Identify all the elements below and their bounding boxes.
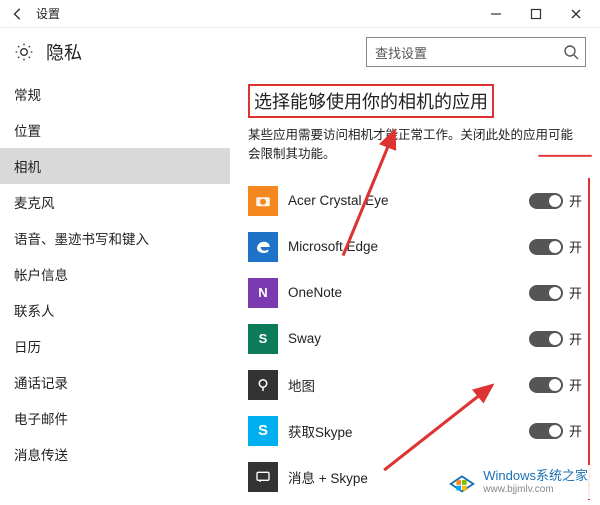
gear-icon	[14, 42, 34, 62]
sidebar-item-callhistory[interactable]: 通话记录	[0, 364, 230, 400]
sidebar-item-camera[interactable]: 相机	[0, 148, 230, 184]
watermark: Windows系统之家 www.bjjmlv.com	[443, 465, 592, 499]
app-row: 地图 开	[248, 362, 582, 408]
toggle-switch-icon	[529, 377, 563, 393]
page-header: 隐私 查找设置	[0, 28, 600, 76]
onenote-app-icon: N	[248, 278, 278, 308]
toggle-state: 开	[569, 283, 582, 302]
app-row: S 获取Skype 开	[248, 408, 582, 454]
window-title: 设置	[36, 5, 60, 22]
sidebar-item-contacts[interactable]: 联系人	[0, 292, 230, 328]
windows-logo-icon	[447, 467, 477, 497]
sidebar-item-email[interactable]: 电子邮件	[0, 400, 230, 436]
search-input[interactable]: 查找设置	[366, 37, 586, 67]
back-button[interactable]	[4, 0, 32, 28]
app-row: Acer Crystal Eye 开	[248, 178, 582, 224]
toggle-switch-icon	[529, 331, 563, 347]
watermark-url: www.bjjmlv.com	[483, 484, 588, 495]
toggle-state: 开	[569, 191, 582, 210]
content-pane: 选择能够使用你的相机的应用 某些应用需要访问相机才能正常工作。关闭此处的应用可能…	[230, 76, 600, 505]
sidebar-item-messaging[interactable]: 消息传送	[0, 436, 230, 472]
title-bar: 设置	[0, 0, 600, 28]
sidebar-item-speech[interactable]: 语音、墨迹书写和键入	[0, 220, 230, 256]
app-toggle[interactable]: 开	[529, 283, 582, 302]
message-app-icon	[248, 462, 278, 492]
app-toggle[interactable]: 开	[529, 329, 582, 348]
watermark-title: Windows系统之家	[483, 469, 588, 483]
search-placeholder: 查找设置	[375, 43, 563, 62]
app-toggle[interactable]: 开	[529, 421, 582, 440]
maps-app-icon	[248, 370, 278, 400]
app-label: Sway	[288, 331, 519, 346]
app-label: OneNote	[288, 285, 519, 300]
app-label: 获取Skype	[288, 421, 519, 441]
app-row: N OneNote 开	[248, 270, 582, 316]
minimize-button[interactable]	[476, 0, 516, 28]
close-button[interactable]	[556, 0, 596, 28]
search-icon	[563, 44, 579, 60]
edge-app-icon	[248, 232, 278, 262]
toggle-state: 开	[569, 237, 582, 256]
app-list: Acer Crystal Eye 开 Microsoft Edge 开	[248, 178, 590, 500]
toggle-switch-icon	[529, 285, 563, 301]
app-label: Microsoft Edge	[288, 239, 519, 254]
toggle-state: 开	[569, 375, 582, 394]
app-row: Microsoft Edge 开	[248, 224, 582, 270]
sidebar: 常规 位置 相机 麦克风 语音、墨迹书写和键入 帐户信息 联系人 日历 通话记录…	[0, 76, 230, 505]
sway-app-icon: S	[248, 324, 278, 354]
toggle-state: 开	[569, 329, 582, 348]
section-desc: 某些应用需要访问相机才能正常工作。关闭此处的应用可能会限制其功能。	[248, 126, 590, 164]
toggle-switch-icon	[529, 423, 563, 439]
app-row: S Sway 开	[248, 316, 582, 362]
camera-app-icon	[248, 186, 278, 216]
app-toggle[interactable]: 开	[529, 237, 582, 256]
maximize-button[interactable]	[516, 0, 556, 28]
page-title: 隐私	[46, 39, 82, 65]
toggle-switch-icon	[529, 193, 563, 209]
section-title: 选择能够使用你的相机的应用	[248, 84, 494, 118]
sidebar-item-calendar[interactable]: 日历	[0, 328, 230, 364]
sidebar-item-account[interactable]: 帐户信息	[0, 256, 230, 292]
toggle-state: 开	[569, 421, 582, 440]
app-label: Acer Crystal Eye	[288, 193, 519, 208]
app-toggle[interactable]: 开	[529, 375, 582, 394]
skype-app-icon: S	[248, 416, 278, 446]
sidebar-item-general[interactable]: 常规	[0, 76, 230, 112]
sidebar-item-microphone[interactable]: 麦克风	[0, 184, 230, 220]
app-toggle[interactable]: 开	[529, 191, 582, 210]
app-label: 地图	[288, 375, 519, 395]
sidebar-item-location[interactable]: 位置	[0, 112, 230, 148]
toggle-switch-icon	[529, 239, 563, 255]
